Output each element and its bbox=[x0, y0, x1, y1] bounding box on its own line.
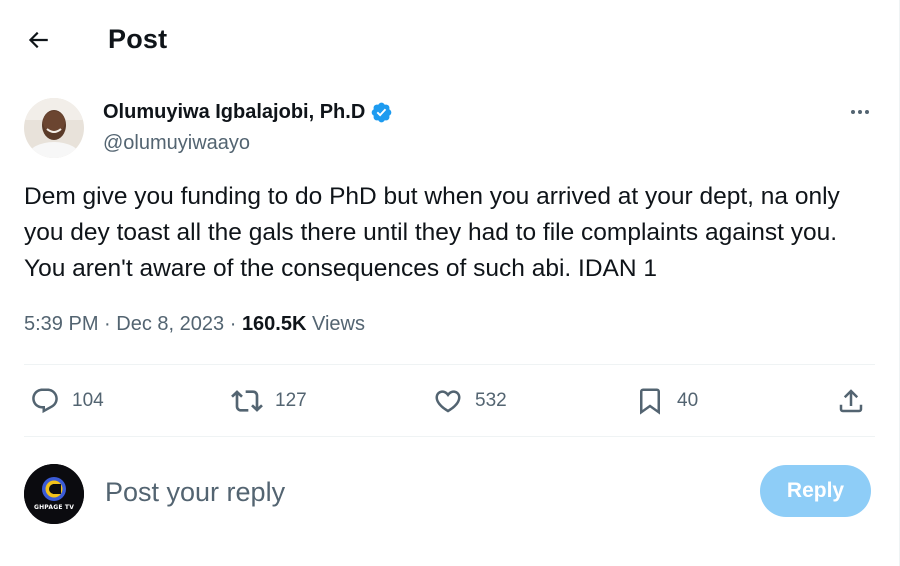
divider bbox=[24, 364, 875, 365]
meta-separator: · bbox=[229, 313, 237, 335]
reply-input[interactable] bbox=[105, 472, 705, 512]
like-count: 532 bbox=[475, 390, 507, 411]
post-text: Dem give you funding to do PhD but when … bbox=[24, 183, 840, 282]
author-name-row[interactable]: Olumuyiwa Igbalajobi, Ph.D bbox=[103, 101, 393, 124]
like-action[interactable]: 532 bbox=[433, 381, 507, 421]
more-icon bbox=[851, 110, 869, 114]
bookmark-icon bbox=[640, 388, 660, 415]
divider bbox=[24, 436, 875, 437]
share-action[interactable] bbox=[836, 381, 866, 421]
reply-action[interactable]: 104 bbox=[30, 381, 104, 421]
author-name[interactable]: Olumuyiwa Igbalajobi, Ph.D bbox=[103, 101, 365, 124]
views-label: Views bbox=[312, 313, 365, 335]
repost-icon bbox=[231, 390, 263, 412]
back-arrow-icon bbox=[28, 31, 48, 49]
user-avatar-text: GHPAGE TV bbox=[33, 504, 75, 511]
share-icon bbox=[839, 389, 863, 413]
views-count: 160.5K bbox=[241, 313, 307, 335]
user-avatar[interactable]: GHPAGE TV bbox=[24, 464, 84, 524]
more-button[interactable] bbox=[840, 96, 880, 128]
post-date[interactable]: Dec 8, 2023 bbox=[116, 313, 224, 335]
bookmark-action[interactable]: 40 bbox=[635, 381, 698, 421]
author-avatar[interactable] bbox=[24, 98, 84, 158]
repost-count: 127 bbox=[275, 390, 307, 411]
post-time[interactable]: 5:39 PM bbox=[24, 313, 98, 335]
reply-icon bbox=[32, 388, 58, 414]
page-title: Post bbox=[108, 24, 168, 54]
meta-separator: · bbox=[104, 313, 111, 335]
verified-badge-icon bbox=[371, 102, 392, 123]
header: Post bbox=[0, 0, 899, 82]
reply-button[interactable]: Reply bbox=[760, 465, 871, 517]
post-meta: 5:39 PM · Dec 8, 2023 · 160.5K Views bbox=[24, 313, 365, 336]
like-icon bbox=[435, 390, 461, 413]
reply-count: 104 bbox=[72, 390, 104, 411]
back-button[interactable] bbox=[18, 20, 58, 60]
repost-action[interactable]: 127 bbox=[231, 381, 307, 421]
author-handle[interactable]: @olumuyiwaayo bbox=[103, 132, 250, 155]
bookmark-count: 40 bbox=[677, 390, 699, 411]
